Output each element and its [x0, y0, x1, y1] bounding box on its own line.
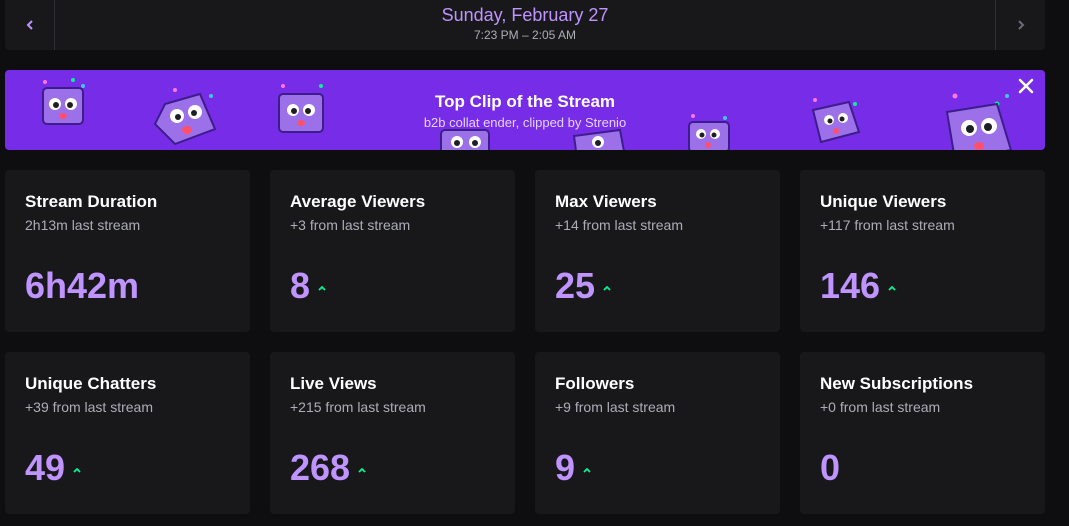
- close-icon: [1018, 78, 1034, 94]
- stat-card-followers: Followers +9 from last stream 9: [535, 352, 780, 514]
- next-stream-button[interactable]: [995, 0, 1045, 50]
- chevron-left-icon: [26, 20, 33, 30]
- stat-title: Max Viewers: [555, 192, 657, 211]
- stat-value: 25: [555, 265, 596, 306]
- stat-card-max-viewers: Max Viewers +14 from last stream 25: [535, 170, 780, 332]
- stat-value-row: 0: [820, 448, 840, 488]
- trend-up-icon: [358, 467, 366, 473]
- stat-value: 268: [290, 447, 351, 488]
- stat-card-new-subscriptions: New Subscriptions +0 from last stream 0: [800, 352, 1045, 514]
- trend-up-icon: [318, 285, 326, 291]
- stat-value: 8: [290, 265, 311, 306]
- stat-card-unique-viewers: Unique Viewers +117 from last stream 146: [800, 170, 1045, 332]
- stat-comparison: +117 from last stream: [820, 217, 955, 233]
- stat-comparison: +9 from last stream: [555, 399, 676, 415]
- stat-value: 6h42m: [25, 265, 140, 306]
- stat-value-row: 25: [555, 266, 611, 306]
- stat-value-row: 8: [290, 266, 326, 306]
- stat-comparison: +3 from last stream: [290, 217, 411, 233]
- stat-comparison: +215 from last stream: [290, 399, 426, 415]
- trend-up-icon: [73, 467, 81, 473]
- stat-title: Unique Viewers: [820, 192, 947, 211]
- stream-date-block: Sunday, February 27 7:23 PM – 2:05 AM: [55, 0, 995, 50]
- stat-comparison: +0 from last stream: [820, 399, 941, 415]
- stat-card-stream-duration: Stream Duration 2h13m last stream 6h42m: [5, 170, 250, 332]
- stream-time-range: 7:23 PM – 2:05 AM: [473, 28, 577, 42]
- stat-value-row: 6h42m: [25, 266, 139, 306]
- stat-comparison: +14 from last stream: [555, 217, 683, 233]
- stat-title: Live Views: [290, 374, 377, 393]
- stat-value-row: 146: [820, 266, 896, 306]
- trend-up-icon: [603, 285, 611, 291]
- stat-value-row: 9: [555, 448, 591, 488]
- stat-card-live-views: Live Views +215 from last stream 268: [270, 352, 515, 514]
- stat-value-row: 49: [25, 448, 81, 488]
- date-navigation-bar: Sunday, February 27 7:23 PM – 2:05 AM: [5, 0, 1045, 50]
- stat-comparison: +39 from last stream: [25, 399, 153, 415]
- stat-comparison: 2h13m last stream: [25, 217, 141, 233]
- previous-stream-button[interactable]: [5, 0, 55, 50]
- stat-value-row: 268: [290, 448, 366, 488]
- stat-title: New Subscriptions: [820, 374, 974, 393]
- stat-value: 0: [820, 447, 841, 488]
- trend-up-icon: [583, 467, 591, 473]
- stat-card-unique-chatters: Unique Chatters +39 from last stream 49: [5, 352, 250, 514]
- trend-up-icon: [888, 285, 896, 291]
- top-clip-subtitle: b2b collat ender, clipped by Strenio: [423, 115, 627, 130]
- stat-title: Unique Chatters: [25, 374, 157, 393]
- top-clip-banner[interactable]: Top Clip of the Stream b2b collat ender,…: [5, 70, 1045, 150]
- stat-title: Average Viewers: [290, 192, 426, 211]
- stat-card-average-viewers: Average Viewers +3 from last stream 8: [270, 170, 515, 332]
- close-banner-button[interactable]: [1017, 78, 1035, 96]
- stat-title: Stream Duration: [25, 192, 158, 211]
- top-clip-text[interactable]: Top Clip of the Stream b2b collat ender,…: [5, 92, 1045, 130]
- stat-value: 49: [25, 447, 66, 488]
- stream-date: Sunday, February 27: [441, 5, 609, 25]
- top-clip-title[interactable]: Top Clip of the Stream: [5, 92, 1045, 112]
- stat-value: 146: [820, 265, 881, 306]
- stat-title: Followers: [555, 374, 635, 393]
- stat-value: 9: [555, 447, 576, 488]
- chevron-right-icon: [1017, 20, 1024, 30]
